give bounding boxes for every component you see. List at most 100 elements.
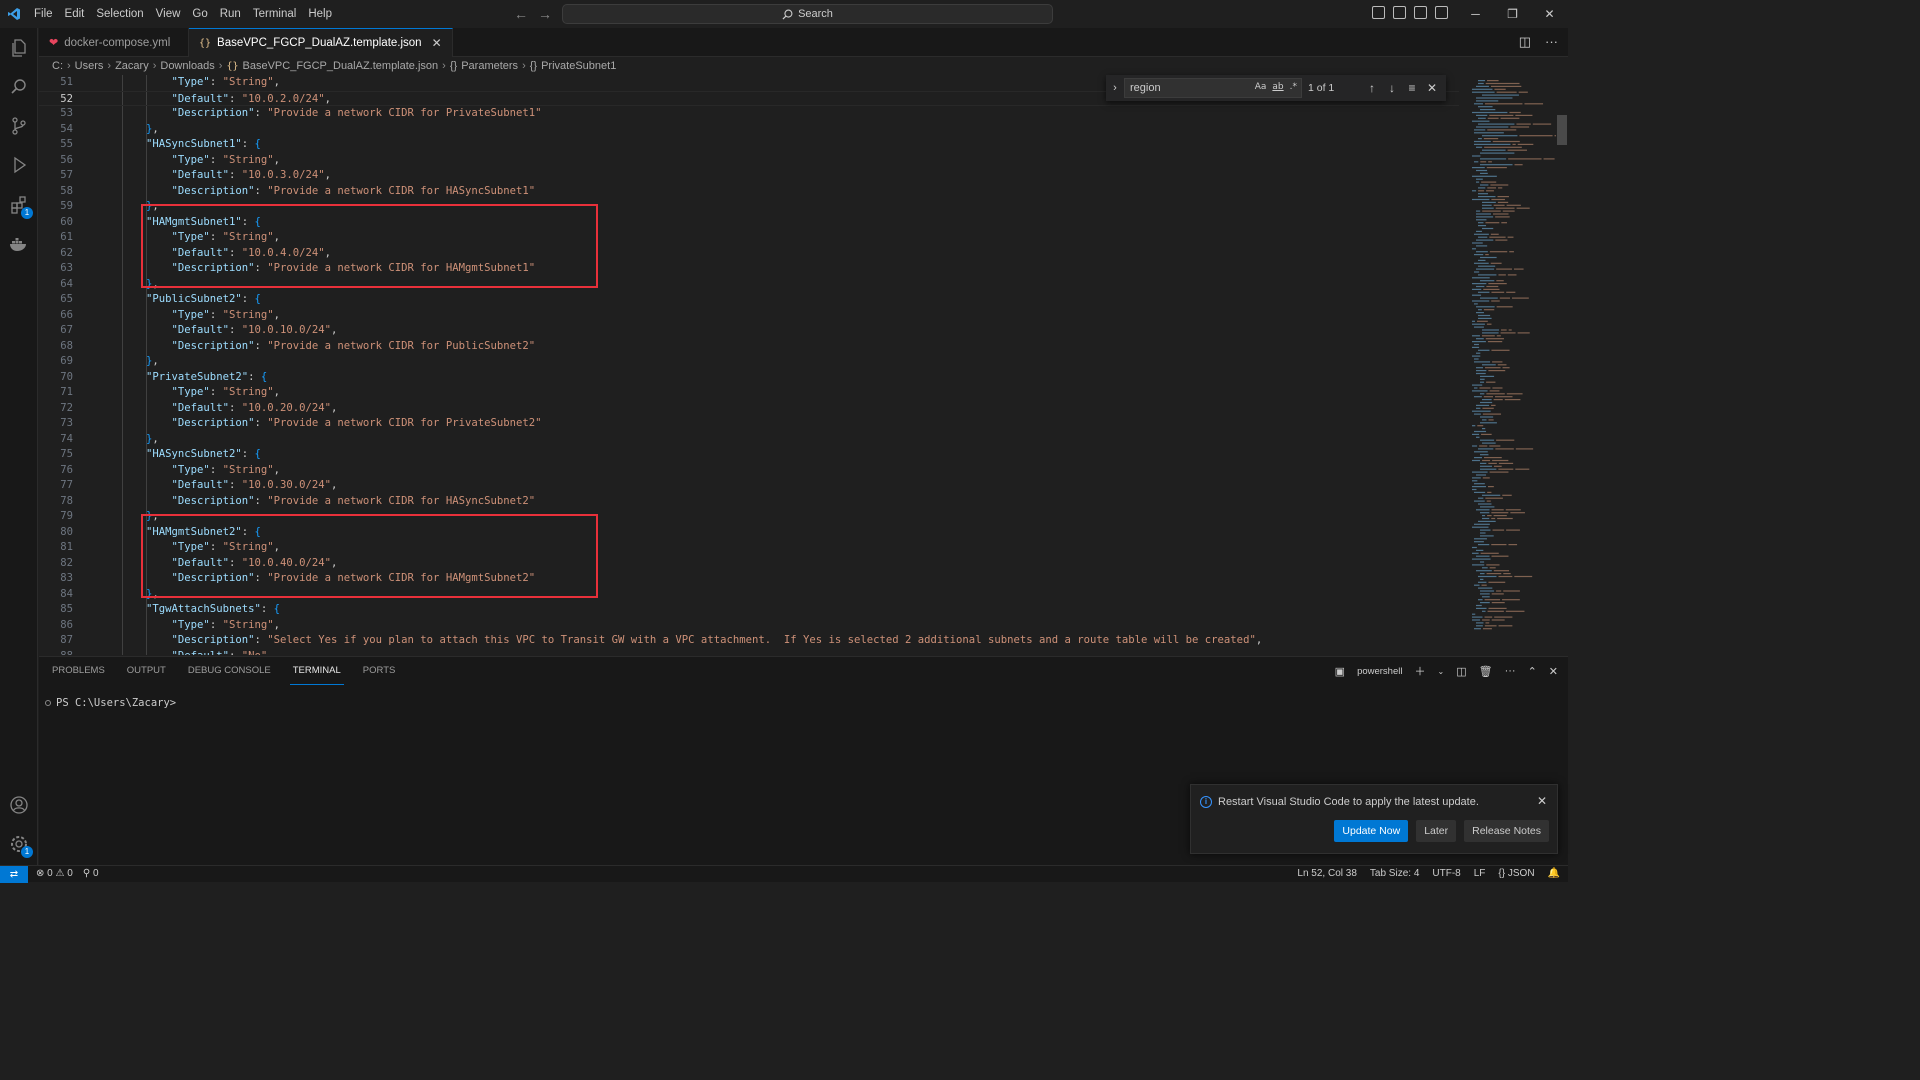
forward-arrow-icon[interactable]: → <box>538 6 552 22</box>
tab-size[interactable]: Tab Size: 4 <box>1370 868 1419 879</box>
use-regex-icon[interactable]: .* <box>1290 82 1297 92</box>
menu-go[interactable]: Go <box>186 0 213 28</box>
menu-terminal[interactable]: Terminal <box>247 0 302 28</box>
remote-indicator-icon[interactable]: ⇄ <box>0 866 28 883</box>
find-in-selection-icon[interactable]: ≡ <box>1402 81 1422 95</box>
explorer-icon[interactable] <box>8 37 30 59</box>
code-line[interactable]: 66 "Type": "String", <box>39 308 1459 324</box>
toggle-primary-sidebar-icon[interactable] <box>1372 6 1385 19</box>
crumb-file[interactable]: BaseVPC_FGCP_DualAZ.template.json <box>243 60 439 72</box>
restore-icon[interactable]: ❐ <box>1494 0 1531 28</box>
chevron-down-icon[interactable]: ⌄ <box>1437 667 1444 676</box>
encoding[interactable]: UTF-8 <box>1432 868 1460 879</box>
split-editor-icon[interactable]: ◫ <box>1519 34 1531 50</box>
later-button[interactable]: Later <box>1416 820 1457 842</box>
close-find-icon[interactable]: ✕ <box>1422 81 1442 95</box>
tab-docker-compose[interactable]: ❤ docker-compose.yml <box>39 28 189 57</box>
code-line[interactable]: 65 "PublicSubnet2": { <box>39 292 1459 308</box>
more-actions-icon[interactable]: ··· <box>1505 665 1516 677</box>
code-line[interactable]: 73 "Description": "Provide a network CID… <box>39 416 1459 432</box>
tab-ports[interactable]: PORTS <box>360 657 399 685</box>
close-panel-icon[interactable]: ✕ <box>1549 665 1558 678</box>
menu-view[interactable]: View <box>150 0 187 28</box>
toggle-secondary-sidebar-icon[interactable] <box>1414 6 1427 19</box>
cursor-position[interactable]: Ln 52, Col 38 <box>1297 868 1357 879</box>
toggle-panel-icon[interactable] <box>1393 6 1406 19</box>
menu-selection[interactable]: Selection <box>90 0 149 28</box>
customize-layout-icon[interactable] <box>1435 6 1448 19</box>
code-line[interactable]: 53 "Description": "Provide a network CID… <box>39 106 1459 122</box>
menu-run[interactable]: Run <box>214 0 247 28</box>
find-input[interactable]: region Aa ab .* <box>1124 78 1302 98</box>
previous-match-icon[interactable]: ↑ <box>1362 81 1382 95</box>
source-control-icon[interactable] <box>8 115 30 137</box>
notifications-bell-icon[interactable]: 🔔 <box>1548 868 1560 879</box>
close-window-icon[interactable]: ✕ <box>1531 0 1568 28</box>
more-actions-icon[interactable]: ··· <box>1545 34 1558 50</box>
extensions-icon[interactable]: 1 <box>8 194 33 219</box>
crumb-parameters[interactable]: Parameters <box>461 60 518 72</box>
release-notes-button[interactable]: Release Notes <box>1464 820 1549 842</box>
code-line[interactable]: 56 "Type": "String", <box>39 153 1459 169</box>
next-match-icon[interactable]: ↓ <box>1382 81 1402 95</box>
end-of-line[interactable]: LF <box>1474 868 1486 879</box>
back-arrow-icon[interactable]: ← <box>514 6 528 22</box>
search-view-icon[interactable] <box>8 76 30 98</box>
code-line[interactable]: 85 "TgwAttachSubnets": { <box>39 602 1459 618</box>
crumb-drive[interactable]: C: <box>52 60 63 72</box>
close-notification-icon[interactable]: ✕ <box>1537 794 1547 808</box>
tab-problems[interactable]: PROBLEMS <box>49 657 108 685</box>
scrollbar-thumb[interactable] <box>1557 115 1567 145</box>
split-terminal-icon[interactable]: ◫ <box>1456 665 1466 678</box>
code-line[interactable]: 70 "PrivateSubnet2": { <box>39 370 1459 386</box>
problems-status[interactable]: ⊗ 0 ⚠ 0 <box>36 868 73 879</box>
run-debug-icon[interactable] <box>8 154 30 176</box>
ports-status[interactable]: ⚲ 0 <box>83 868 99 879</box>
code-line[interactable]: 87 "Description": "Select Yes if you pla… <box>39 633 1459 649</box>
code-line[interactable]: 55 "HASyncSubnet1": { <box>39 137 1459 153</box>
crumb-private-subnet1[interactable]: PrivateSubnet1 <box>541 60 616 72</box>
new-terminal-icon[interactable]: ＋ <box>1414 663 1425 679</box>
accounts-icon[interactable] <box>8 794 30 816</box>
crumb-user[interactable]: Zacary <box>115 60 149 72</box>
toggle-replace-icon[interactable]: › <box>1106 82 1124 94</box>
tab-template-json[interactable]: {} BaseVPC_FGCP_DualAZ.template.json ✕ <box>189 28 453 57</box>
minimize-icon[interactable]: ─ <box>1457 0 1494 28</box>
close-tab-icon[interactable]: ✕ <box>432 36 442 50</box>
code-line[interactable]: 69 }, <box>39 354 1459 370</box>
command-center-search[interactable]: Search <box>562 4 1053 24</box>
match-case-icon[interactable]: Aa <box>1255 82 1267 92</box>
code-line[interactable]: 75 "HASyncSubnet2": { <box>39 447 1459 463</box>
tab-debug-console[interactable]: DEBUG CONSOLE <box>185 657 274 685</box>
code-line[interactable]: 68 "Description": "Provide a network CID… <box>39 339 1459 355</box>
menu-help[interactable]: Help <box>302 0 338 28</box>
menu-file[interactable]: File <box>28 0 59 28</box>
tab-terminal[interactable]: TERMINAL <box>289 657 344 685</box>
crumb-users[interactable]: Users <box>75 60 104 72</box>
code-line[interactable]: 67 "Default": "10.0.10.0/24", <box>39 323 1459 339</box>
code-line[interactable]: 57 "Default": "10.0.3.0/24", <box>39 168 1459 184</box>
maximize-panel-icon[interactable]: ⌃ <box>1528 665 1537 678</box>
terminal-output[interactable]: PS C:\Users\Zacary> <box>45 697 176 709</box>
code-line[interactable]: 58 "Description": "Provide a network CID… <box>39 184 1459 200</box>
code-line[interactable]: 88 "Default": "No", <box>39 649 1459 656</box>
code-line[interactable]: 74 }, <box>39 432 1459 448</box>
terminal-shell-label[interactable]: powershell <box>1357 666 1402 677</box>
minimap[interactable] <box>1466 75 1556 655</box>
docker-icon[interactable] <box>8 233 30 255</box>
menu-edit[interactable]: Edit <box>59 0 91 28</box>
code-line[interactable]: 72 "Default": "10.0.20.0/24", <box>39 401 1459 417</box>
code-line[interactable]: 54 }, <box>39 122 1459 138</box>
code-editor[interactable]: 51 "Type": "String", 52 "Default": "10.0.… <box>39 75 1568 655</box>
code-line[interactable]: 71 "Type": "String", <box>39 385 1459 401</box>
kill-terminal-icon[interactable]: 🗑 <box>1479 665 1493 678</box>
tab-output[interactable]: OUTPUT <box>124 657 169 685</box>
code-line[interactable]: 76 "Type": "String", <box>39 463 1459 479</box>
code-line[interactable]: 86 "Type": "String", <box>39 618 1459 634</box>
settings-gear-icon[interactable]: 1 <box>8 833 33 858</box>
update-now-button[interactable]: Update Now <box>1334 820 1409 842</box>
crumb-downloads[interactable]: Downloads <box>160 60 214 72</box>
code-line[interactable]: 78 "Description": "Provide a network CID… <box>39 494 1459 510</box>
code-line[interactable]: 77 "Default": "10.0.30.0/24", <box>39 478 1459 494</box>
match-whole-word-icon[interactable]: ab <box>1272 82 1283 92</box>
